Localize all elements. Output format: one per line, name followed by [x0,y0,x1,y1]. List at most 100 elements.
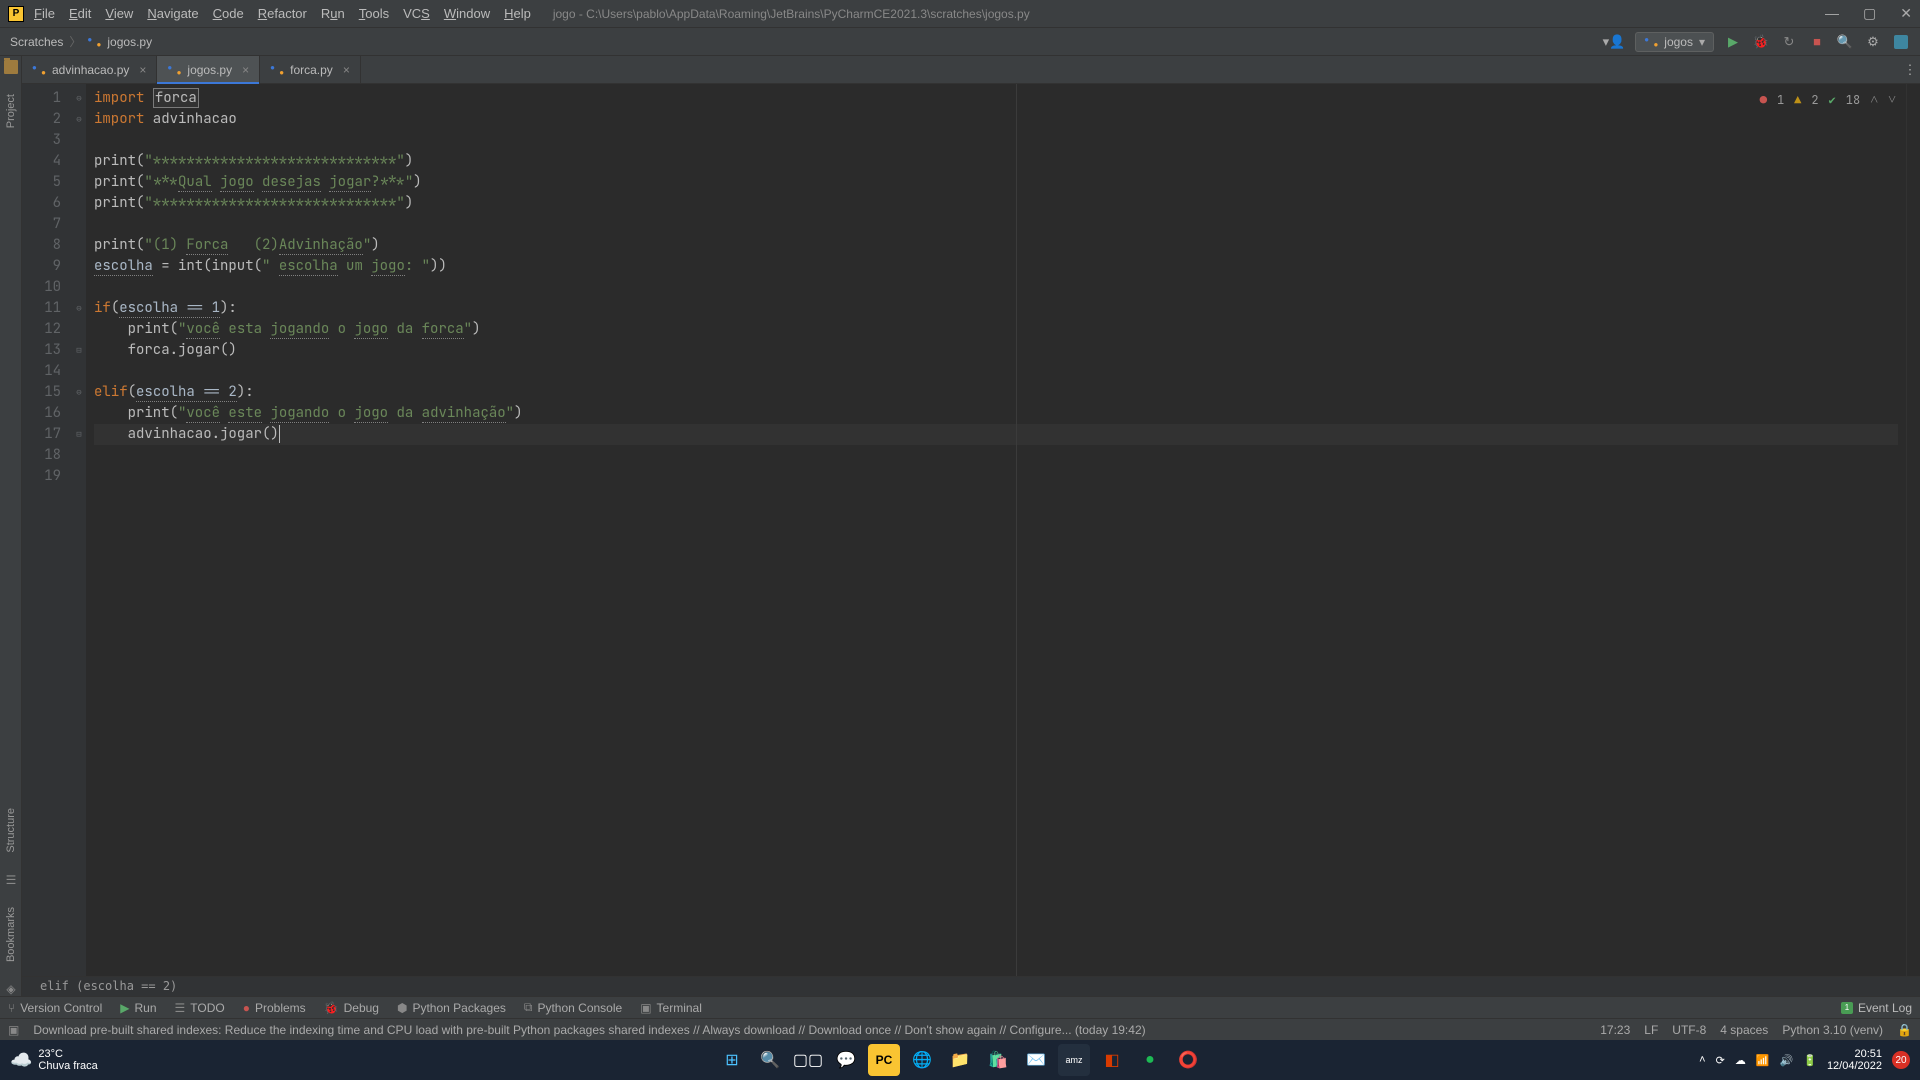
chevron-down-icon[interactable]: ˅ [1888,90,1896,111]
add-config-icon[interactable]: ▾👤 [1603,34,1626,50]
office-app-icon[interactable]: ◧ [1096,1044,1128,1076]
problems-label: Problems [255,1001,306,1015]
weather-widget[interactable]: ☁️ 23°C Chuva fraca [10,1048,98,1072]
spotify-app-icon[interactable]: ● [1134,1044,1166,1076]
explorer-app-icon[interactable]: 📁 [944,1044,976,1076]
code-editor[interactable]: 12345678910111213141516171819 ⊖⊖⊖⊟⊖⊟ ●1 … [22,84,1920,976]
cursor-position[interactable]: 17:23 [1600,1023,1630,1037]
pypkg-label: Python Packages [412,1001,505,1015]
run-tool[interactable]: ▶Run [120,1001,156,1015]
version-control-tool[interactable]: ⑂Version Control [8,1001,102,1015]
task-view-button[interactable]: ▢▢ [792,1044,824,1076]
run-config-selector[interactable]: jogos ▾ [1635,32,1714,52]
close-tab-icon[interactable]: × [139,63,146,77]
stop-button[interactable]: ■ [1808,33,1826,51]
bookmarks-tool-label[interactable]: Bookmarks [5,907,17,962]
vc-label: Version Control [20,1001,102,1015]
maximize-button[interactable]: ▢ [1863,5,1876,22]
menu-file[interactable]: File [34,6,55,21]
menu-code[interactable]: Code [213,6,244,21]
error-stripe[interactable] [1906,84,1920,976]
taskbar-apps: ⊞ 🔍 ▢▢ 💬 PC 🌐 📁 🛍️ ✉️ amz ◧ ● ⭕ [716,1044,1204,1076]
project-tool-icon[interactable] [4,60,18,74]
menu-refactor[interactable]: Refactor [258,6,307,21]
store-app-icon[interactable]: 🛍️ [982,1044,1014,1076]
debug-button[interactable]: 🐞 [1752,33,1770,51]
tray-onedrive-icon[interactable]: ☁ [1735,1054,1746,1067]
menu-navigate[interactable]: Navigate [147,6,198,21]
project-tool-label[interactable]: Project [5,94,17,128]
tray-wifi-icon[interactable]: 📶 [1756,1054,1770,1067]
run-config-name: jogos [1664,35,1693,49]
problems-tool[interactable]: ●Problems [243,1001,306,1015]
inspection-widget[interactable]: ●1 ▲2 ✔18 ˄ ˅ [1760,90,1896,111]
python-file-icon [167,63,181,77]
tab-advinhacao[interactable]: advinhacao.py × [22,56,157,83]
menu-window[interactable]: Window [444,6,490,21]
run-coverage-button[interactable]: ↻ [1780,33,1798,51]
tray-battery-icon[interactable]: 🔋 [1803,1054,1817,1067]
menu-view[interactable]: View [105,6,133,21]
tab-forca[interactable]: forca.py × [260,56,361,83]
bug-icon: 🐞 [324,1001,339,1015]
settings-button[interactable]: ⚙ [1864,33,1882,51]
minimize-button[interactable]: — [1825,5,1839,22]
python-icon: ⧉ [524,1000,533,1015]
tool-windows-toggle-icon[interactable]: ▣ [8,1023,19,1037]
line-separator[interactable]: LF [1644,1023,1658,1037]
menu-edit[interactable]: Edit [69,6,91,21]
indent-setting[interactable]: 4 spaces [1720,1023,1768,1037]
python-file-icon [270,63,284,77]
run-button[interactable]: ▶ [1724,33,1742,51]
lock-icon[interactable]: 🔒 [1897,1023,1912,1037]
search-everywhere-button[interactable]: 🔍 [1836,33,1854,51]
code-content[interactable]: ●1 ▲2 ✔18 ˄ ˅ import forcaimport advinha… [86,84,1906,976]
event-log-tool[interactable]: 1Event Log [1841,1001,1912,1015]
edge-app-icon[interactable]: 🌐 [906,1044,938,1076]
pycharm-taskbar-icon[interactable]: PC [868,1044,900,1076]
tray-volume-icon[interactable]: 🔊 [1780,1054,1794,1067]
context-text[interactable]: elif (escolha == 2) [40,979,177,993]
todo-tool[interactable]: ☰TODO [175,1001,225,1015]
python-packages-tool[interactable]: ⬢Python Packages [397,1001,506,1015]
terminal-tool[interactable]: ▣Terminal [640,1001,702,1015]
mail-app-icon[interactable]: ✉️ [1020,1044,1052,1076]
menu-vcs[interactable]: VCS [403,6,430,21]
status-message[interactable]: Download pre-built shared indexes: Reduc… [33,1023,1586,1037]
chevron-up-icon[interactable]: ˄ [1870,90,1878,111]
toolbar-right: ▾👤 jogos ▾ ▶ 🐞 ↻ ■ 🔍 ⚙ [1603,32,1910,52]
python-interpreter[interactable]: Python 3.10 (venv) [1782,1023,1883,1037]
breadcrumb-file[interactable]: jogos.py [107,35,152,49]
debug-tool[interactable]: 🐞Debug [324,1001,379,1015]
breadcrumb-root[interactable]: Scratches [10,35,63,49]
notification-badge[interactable]: 20 [1892,1051,1910,1069]
tab-options-icon[interactable]: ⋮ [1900,56,1920,83]
menu-run[interactable]: Run [321,6,345,21]
weather-cloud-icon: ☁️ [10,1050,32,1071]
tray-sync-icon[interactable]: ⟳ [1716,1054,1725,1067]
date-text: 12/04/2022 [1827,1060,1882,1072]
file-encoding[interactable]: UTF-8 [1672,1023,1706,1037]
close-tab-icon[interactable]: × [343,63,350,77]
python-file-icon [32,63,46,77]
chat-app-icon[interactable]: 💬 [830,1044,862,1076]
tab-label: advinhacao.py [52,63,129,77]
tray-chevron-icon[interactable]: ˄ [1699,1054,1705,1066]
python-console-tool[interactable]: ⧉Python Console [524,1000,622,1015]
structure-tool-label[interactable]: Structure [5,808,17,853]
chrome-app-icon[interactable]: ⭕ [1172,1044,1204,1076]
menu-help[interactable]: Help [504,6,531,21]
close-button[interactable]: ✕ [1900,5,1912,22]
structure-icon[interactable]: ☰ [6,873,17,887]
start-button[interactable]: ⊞ [716,1044,748,1076]
breadcrumb-sep-icon: 〉 [69,33,81,50]
amazon-app-icon[interactable]: amz [1058,1044,1090,1076]
code-with-me-button[interactable] [1892,33,1910,51]
run-label: Run [134,1001,156,1015]
bookmarks-icon[interactable]: ◈ [6,982,15,996]
close-tab-icon[interactable]: × [242,63,249,77]
search-button[interactable]: 🔍 [754,1044,786,1076]
menu-tools[interactable]: Tools [359,6,389,21]
clock[interactable]: 20:51 12/04/2022 [1827,1048,1882,1072]
tab-jogos[interactable]: jogos.py × [157,56,260,83]
